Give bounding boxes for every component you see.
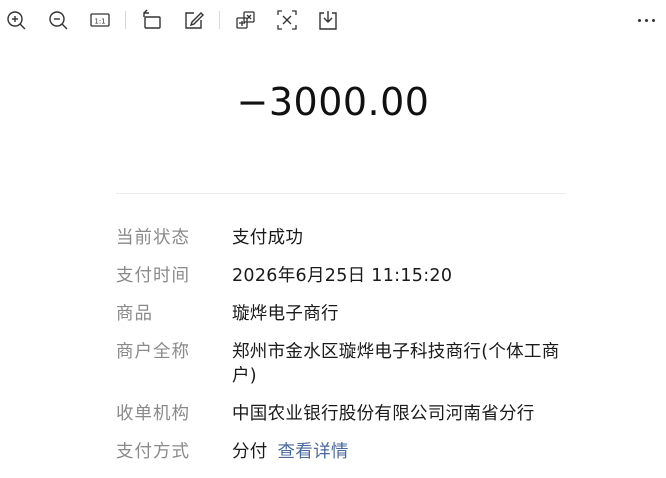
detail-row-acquirer: 收单机构 中国农业银行股份有限公司河南省分行 [116,402,576,426]
payment-method-text: 分付 [232,442,268,462]
dot [651,18,655,22]
toolbar-separator [125,11,126,29]
detail-row-time: 支付时间 2026年6月25日 11:15:20 [116,264,576,288]
image-viewer-toolbar: 1:1 [0,0,666,40]
acquirer-value: 中国农业银行股份有限公司河南省分行 [232,404,535,424]
zoom-in-icon[interactable] [4,8,28,32]
actual-size-icon[interactable]: 1:1 [88,8,112,32]
transaction-amount: −3000.00 [236,80,430,124]
screenshot-translate-icon[interactable] [234,8,258,32]
payment-time-value: 2026年6月25日 11:15:20 [232,266,453,286]
dot [637,18,641,22]
product-label: 商品 [116,304,153,324]
svg-text:1:1: 1:1 [94,18,105,26]
text-extract-icon[interactable] [275,8,299,32]
detail-row-product: 商品 璇烨电子商行 [116,302,576,326]
rotate-icon[interactable] [140,8,164,32]
toolbar-separator [219,11,220,29]
payment-method-label: 支付方式 [116,442,190,462]
status-label: 当前状态 [116,228,190,248]
download-icon[interactable] [316,8,340,32]
product-value: 璇烨电子商行 [232,304,339,324]
edit-icon[interactable] [182,8,206,32]
payment-time-label: 支付时间 [116,266,190,286]
merchant-label: 商户全称 [116,342,190,362]
merchant-value: 郑州市金水区璇烨电子科技商行(个体工商户) [232,342,560,386]
dot [644,18,648,22]
status-value: 支付成功 [232,228,304,248]
detail-row-method: 支付方式 分付 查看详情 [116,440,576,464]
acquirer-label: 收单机构 [116,404,190,424]
zoom-out-icon[interactable] [46,8,70,32]
divider [116,193,566,194]
detail-row-merchant: 商户全称 郑州市金水区璇烨电子科技商行(个体工商户) [116,340,576,388]
detail-row-status: 当前状态 支付成功 [116,226,576,250]
more-icon[interactable] [632,8,660,32]
payment-method-value: 分付 查看详情 [232,440,576,464]
view-details-link[interactable]: 查看详情 [277,442,348,462]
transaction-details: 当前状态 支付成功 支付时间 2026年6月25日 11:15:20 商品 璇烨… [116,226,576,478]
